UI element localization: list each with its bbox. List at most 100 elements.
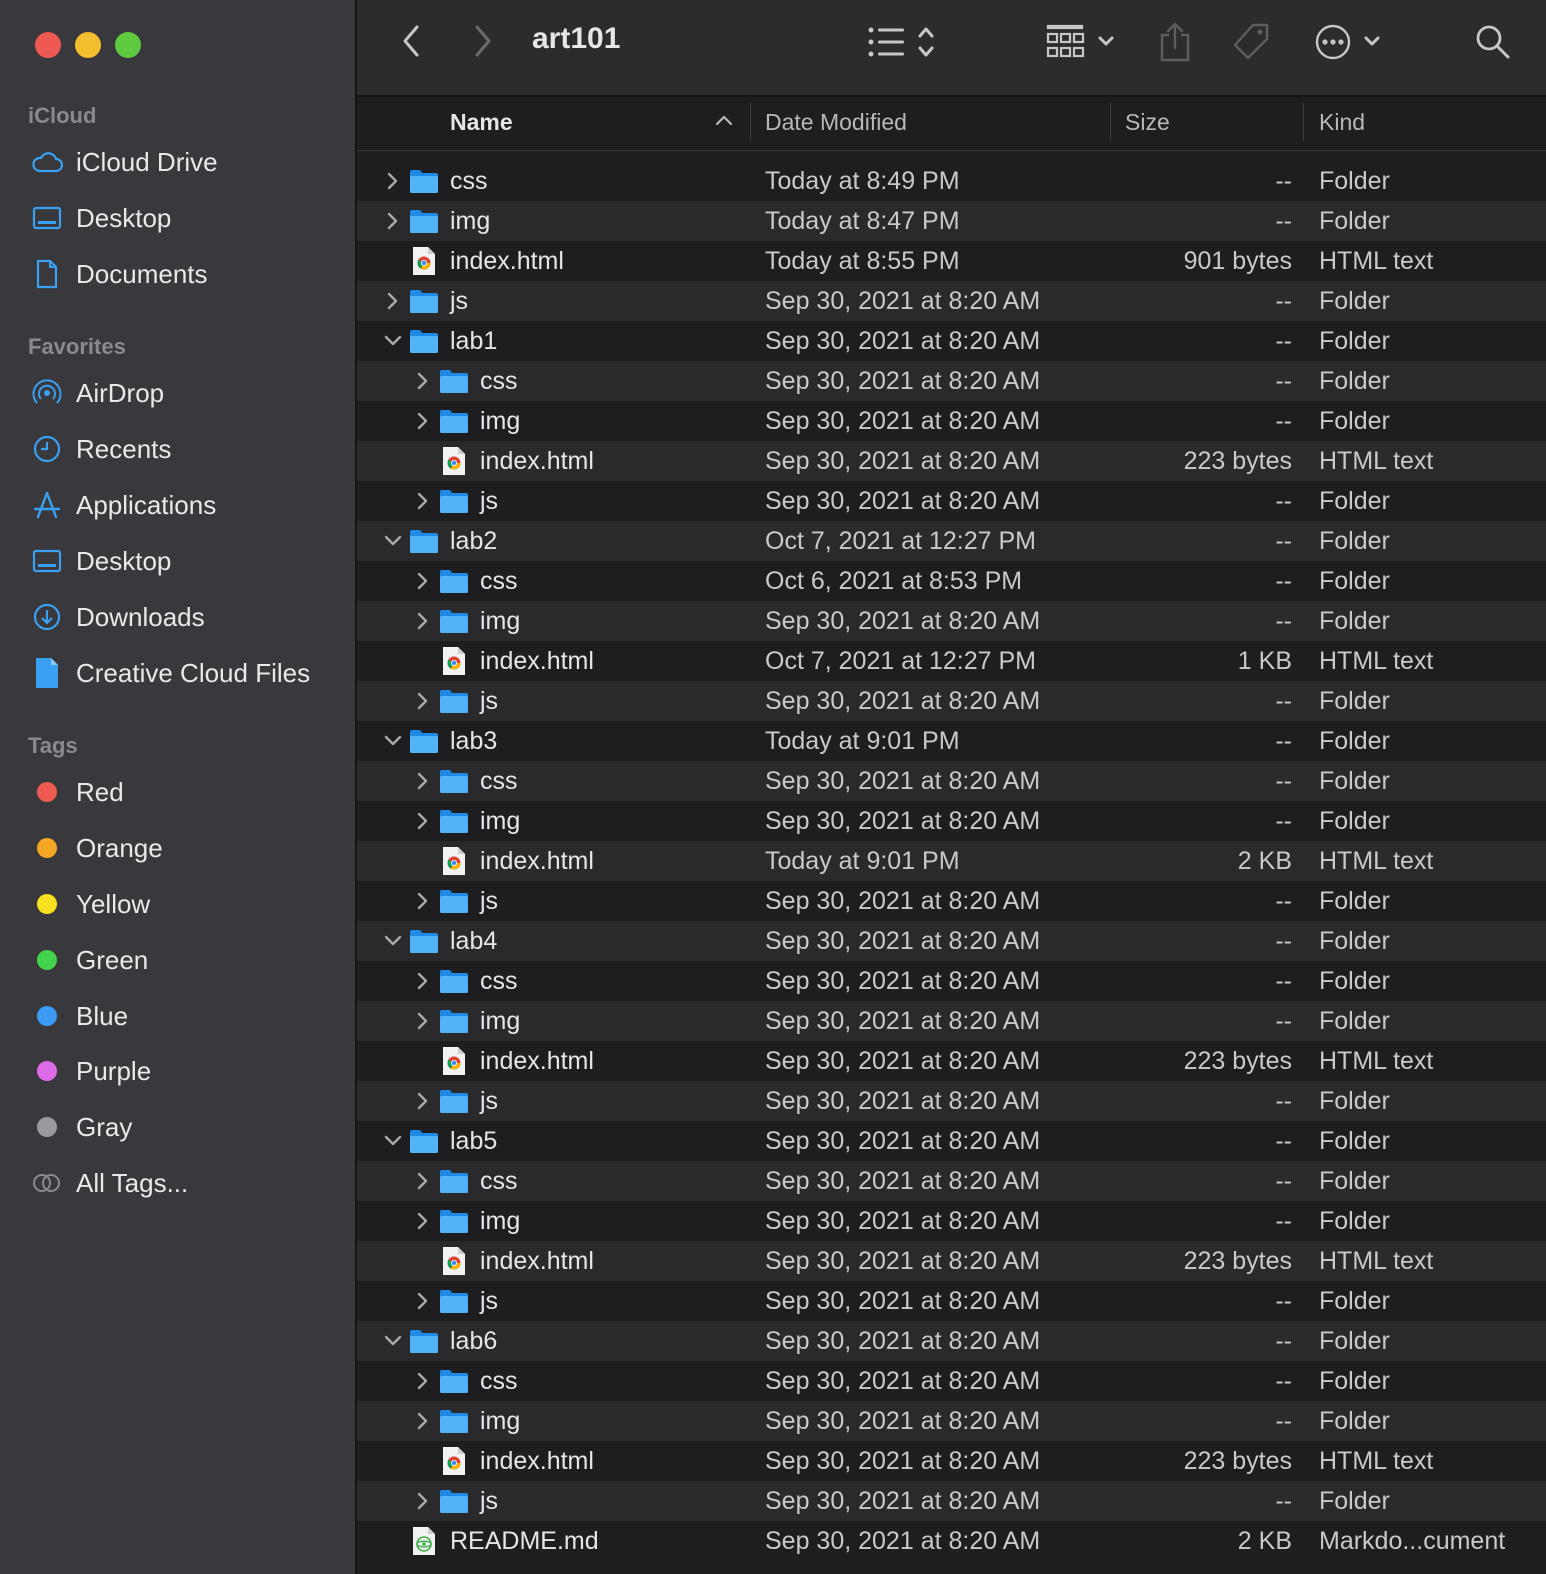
file-row[interactable]: img Sep 30, 2021 at 8:20 AM -- Folder (357, 1201, 1546, 1241)
disclosure-chevron-right-icon[interactable] (411, 961, 435, 1001)
sidebar-tag-yellow[interactable]: Yellow (28, 880, 348, 928)
disclosure-chevron-right-icon[interactable] (381, 161, 405, 201)
sidebar-item-desktop[interactable]: Desktop (28, 194, 348, 242)
column-divider[interactable] (1303, 103, 1304, 141)
file-row[interactable]: index.html Oct 7, 2021 at 12:27 PM 1 KB HTM… (357, 641, 1546, 681)
disclosure-chevron-down-icon[interactable] (381, 921, 405, 961)
column-header-name[interactable]: Name (450, 109, 513, 136)
sidebar-item-airdrop[interactable]: AirDrop (28, 369, 348, 417)
more-actions-button[interactable] (1313, 22, 1383, 66)
column-header-date[interactable]: Date Modified (765, 109, 907, 136)
file-row[interactable]: css Today at 8:49 PM -- Folder (357, 161, 1546, 201)
disclosure-chevron-right-icon[interactable] (381, 201, 405, 241)
share-button[interactable] (1157, 22, 1193, 66)
sidebar-item-creative-cloud-files[interactable]: Creative Cloud Files (28, 649, 348, 697)
disclosure-chevron-right-icon[interactable] (411, 881, 435, 921)
file-row[interactable]: lab5 Sep 30, 2021 at 8:20 AM -- Folder (357, 1121, 1546, 1161)
disclosure-chevron-down-icon[interactable] (381, 1121, 405, 1161)
back-button[interactable] (395, 25, 429, 60)
file-row[interactable]: lab1 Sep 30, 2021 at 8:20 AM -- Folder (357, 321, 1546, 361)
file-row[interactable]: css Sep 30, 2021 at 8:20 AM -- Folder (357, 1361, 1546, 1401)
file-row[interactable]: img Sep 30, 2021 at 8:20 AM -- Folder (357, 601, 1546, 641)
minimize-window-button[interactable] (75, 32, 101, 58)
column-header-kind[interactable]: Kind (1319, 109, 1365, 136)
file-row[interactable]: README.md Sep 30, 2021 at 8:20 AM 2 KB Mark… (357, 1521, 1546, 1561)
file-row[interactable]: img Sep 30, 2021 at 8:20 AM -- Folder (357, 1001, 1546, 1041)
sidebar-tag-red[interactable]: Red (28, 768, 348, 816)
file-row[interactable]: lab2 Oct 7, 2021 at 12:27 PM -- Folder (357, 521, 1546, 561)
zoom-window-button[interactable] (115, 32, 141, 58)
file-row[interactable]: img Sep 30, 2021 at 8:20 AM -- Folder (357, 801, 1546, 841)
file-row[interactable]: js Sep 30, 2021 at 8:20 AM -- Folder (357, 1081, 1546, 1121)
close-window-button[interactable] (35, 32, 61, 58)
disclosure-chevron-right-icon[interactable] (411, 1201, 435, 1241)
disclosure-chevron-right-icon[interactable] (411, 561, 435, 601)
file-row[interactable]: js Sep 30, 2021 at 8:20 AM -- Folder (357, 281, 1546, 321)
sidebar-tag-orange[interactable]: Orange (28, 824, 348, 872)
disclosure-chevron-right-icon[interactable] (411, 1001, 435, 1041)
file-row[interactable]: css Sep 30, 2021 at 8:20 AM -- Folder (357, 761, 1546, 801)
column-header-size[interactable]: Size (1125, 109, 1170, 136)
file-row[interactable]: lab4 Sep 30, 2021 at 8:20 AM -- Folder (357, 921, 1546, 961)
file-row[interactable]: css Sep 30, 2021 at 8:20 AM -- Folder (357, 1161, 1546, 1201)
file-row[interactable]: lab6 Sep 30, 2021 at 8:20 AM -- Folder (357, 1321, 1546, 1361)
disclosure-chevron-down-icon[interactable] (381, 521, 405, 561)
file-row[interactable]: js Sep 30, 2021 at 8:20 AM -- Folder (357, 1281, 1546, 1321)
sidebar-item-desktop-favorite[interactable]: Desktop (28, 537, 348, 585)
file-row[interactable]: js Sep 30, 2021 at 8:20 AM -- Folder (357, 681, 1546, 721)
search-button[interactable] (1473, 24, 1513, 64)
file-row[interactable]: js Sep 30, 2021 at 8:20 AM -- Folder (357, 481, 1546, 521)
file-size: -- (1275, 607, 1292, 635)
file-row[interactable]: css Oct 6, 2021 at 8:53 PM -- Folder (357, 561, 1546, 601)
column-divider[interactable] (1110, 103, 1111, 141)
disclosure-chevron-right-icon[interactable] (411, 1281, 435, 1321)
column-divider[interactable] (750, 103, 751, 141)
file-row[interactable]: index.html Sep 30, 2021 at 8:20 AM 223 byt… (357, 441, 1546, 481)
disclosure-chevron-down-icon[interactable] (381, 721, 405, 761)
disclosure-chevron-right-icon[interactable] (411, 481, 435, 521)
file-row[interactable]: index.html Sep 30, 2021 at 8:20 AM 223 byt… (357, 1241, 1546, 1281)
tag-button[interactable] (1231, 23, 1271, 64)
file-row[interactable]: js Sep 30, 2021 at 8:20 AM -- Folder (357, 881, 1546, 921)
file-row[interactable]: img Today at 8:47 PM -- Folder (357, 201, 1546, 241)
disclosure-chevron-right-icon[interactable] (411, 601, 435, 641)
group-button[interactable] (1045, 22, 1119, 66)
finder-window: iCloud iCloud Drive Desktop Documents Fa… (0, 0, 1546, 1574)
disclosure-chevron-right-icon[interactable] (411, 401, 435, 441)
file-row[interactable]: img Sep 30, 2021 at 8:20 AM -- Folder (357, 401, 1546, 441)
disclosure-chevron-right-icon[interactable] (411, 761, 435, 801)
file-row[interactable]: index.html Today at 8:55 PM 901 bytes HTML … (357, 241, 1546, 281)
file-row[interactable]: lab3 Today at 9:01 PM -- Folder (357, 721, 1546, 761)
sidebar-item-downloads[interactable]: Downloads (28, 593, 348, 641)
disclosure-chevron-right-icon[interactable] (411, 1361, 435, 1401)
disclosure-chevron-right-icon[interactable] (411, 681, 435, 721)
disclosure-chevron-right-icon[interactable] (411, 1081, 435, 1121)
sidebar-item-recents[interactable]: Recents (28, 425, 348, 473)
sidebar-item-applications[interactable]: Applications (28, 481, 348, 529)
file-row[interactable]: js Sep 30, 2021 at 8:20 AM -- Folder (357, 1481, 1546, 1521)
disclosure-chevron-right-icon[interactable] (381, 281, 405, 321)
view-options-button[interactable] (865, 24, 939, 64)
disclosure-chevron-down-icon[interactable] (381, 321, 405, 361)
sidebar-all-tags[interactable]: All Tags... (28, 1159, 348, 1207)
file-row[interactable]: index.html Today at 9:01 PM 2 KB HTML text (357, 841, 1546, 881)
disclosure-chevron-right-icon[interactable] (411, 1481, 435, 1521)
sidebar-item-documents[interactable]: Documents (28, 250, 348, 298)
file-row[interactable]: css Sep 30, 2021 at 8:20 AM -- Folder (357, 361, 1546, 401)
disclosure-chevron-right-icon[interactable] (411, 801, 435, 841)
sidebar-tag-gray[interactable]: Gray (28, 1103, 348, 1151)
disclosure-chevron-right-icon[interactable] (411, 1161, 435, 1201)
sidebar-tag-blue[interactable]: Blue (28, 992, 348, 1040)
file-row[interactable]: img Sep 30, 2021 at 8:20 AM -- Folder (357, 1401, 1546, 1441)
file-date-modified: Sep 30, 2021 at 8:20 AM (765, 767, 1041, 795)
file-row[interactable]: index.html Sep 30, 2021 at 8:20 AM 223 byt… (357, 1041, 1546, 1081)
sidebar-tag-purple[interactable]: Purple (28, 1047, 348, 1095)
file-row[interactable]: css Sep 30, 2021 at 8:20 AM -- Folder (357, 961, 1546, 1001)
disclosure-chevron-right-icon[interactable] (411, 1401, 435, 1441)
sidebar-tag-green[interactable]: Green (28, 936, 348, 984)
forward-button[interactable] (465, 25, 499, 60)
disclosure-chevron-down-icon[interactable] (381, 1321, 405, 1361)
file-row[interactable]: index.html Sep 30, 2021 at 8:20 AM 223 byt… (357, 1441, 1546, 1481)
disclosure-chevron-right-icon[interactable] (411, 361, 435, 401)
sidebar-item-icloud-drive[interactable]: iCloud Drive (28, 138, 348, 186)
